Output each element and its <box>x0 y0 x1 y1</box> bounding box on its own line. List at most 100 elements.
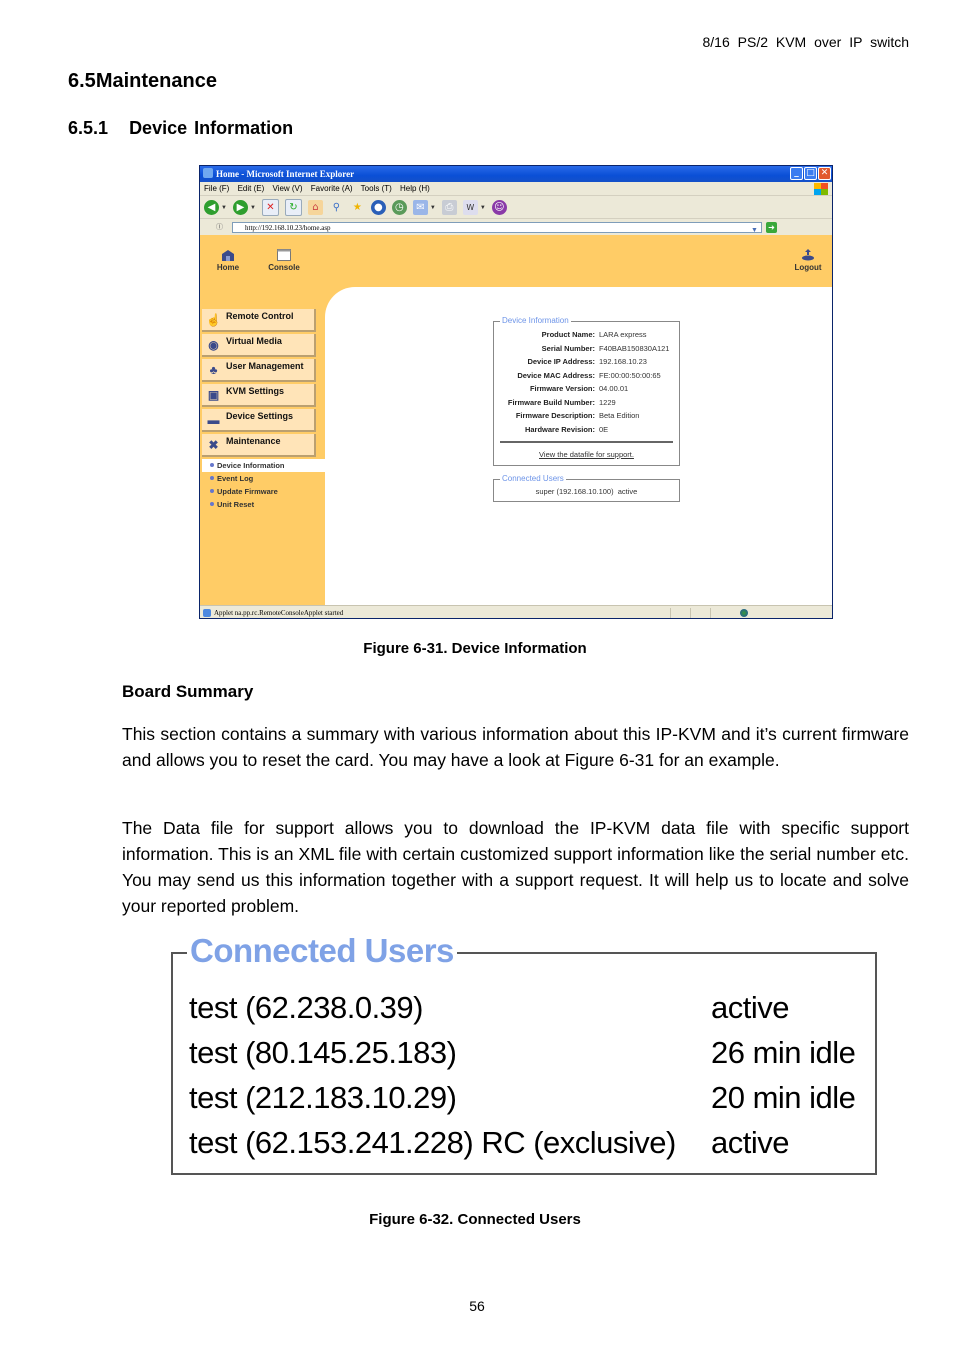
nav-home[interactable]: Home <box>208 249 248 272</box>
nav-console[interactable]: Console <box>264 249 304 272</box>
address-input[interactable]: http://192.168.10.23/home.asp <box>232 222 762 233</box>
user-address: test (80.145.25.183) <box>189 1035 457 1070</box>
mail-icon[interactable]: ✉ <box>412 200 428 215</box>
back-dropdown-icon[interactable]: ▼ <box>221 205 227 211</box>
menu-edit[interactable]: Edit (E) <box>238 184 265 193</box>
nav-logout[interactable]: Logout <box>788 249 828 272</box>
connected-users-legend-small: Connected Users <box>500 474 566 483</box>
refresh-icon[interactable]: ↻ <box>284 199 302 216</box>
submenu-label: Unit Reset <box>217 500 255 509</box>
submenu-update-firmware[interactable]: Update Firmware <box>202 485 316 498</box>
menu-favorite[interactable]: Favorite (A) <box>311 184 353 193</box>
connected-users-panel-small: Connected Users super (192.168.10.100) a… <box>493 474 680 502</box>
users-icon: ♣ <box>209 363 218 377</box>
sidebar-item-device-settings[interactable]: ▬ Device Settings <box>202 409 316 432</box>
page-number: 56 <box>469 1298 485 1314</box>
home-browser-icon[interactable]: ⌂ <box>307 200 323 215</box>
sidebar-item-label: Virtual Media <box>226 336 282 346</box>
browser-status-bar: Applet na.pp.rc.RemoteConsoleApplet star… <box>200 605 832 618</box>
submenu-label: Device Information <box>217 461 285 470</box>
info-row: Device MAC Address: FE:00:00:50:00:65 <box>494 369 679 382</box>
status-separator <box>670 608 671 618</box>
sidebar-item-kvm-settings[interactable]: ▣ KVM Settings <box>202 384 316 407</box>
edit-dropdown-icon[interactable]: ▼ <box>480 205 486 211</box>
home-icon <box>222 250 234 261</box>
sidebar-item-label: Maintenance <box>226 436 281 446</box>
subsection-heading: 6.5.1 Device Information <box>68 118 293 139</box>
mail-dropdown-icon[interactable]: ▼ <box>430 205 436 211</box>
nav-home-label: Home <box>216 263 240 272</box>
submenu-unit-reset[interactable]: Unit Reset <box>202 498 316 511</box>
submenu-label: Event Log <box>217 474 254 483</box>
internet-zone-globe-icon <box>740 609 748 617</box>
view-datafile-link[interactable]: View the datafile for support. <box>494 450 679 459</box>
browser-toolbar: ◀ ▼ ▶ ▼ ✕ ↻ ⌂ ⚲ ★ ● ◷ ✉ ▼ ⎙ W ▼ ☺ <box>200 197 832 219</box>
status-text: Applet na.pp.rc.RemoteConsoleApplet star… <box>214 609 344 617</box>
info-label: Device IP Address: <box>527 357 595 366</box>
remote-control-hand-icon: ☝ <box>206 313 221 327</box>
virtual-media-disc-icon: ◉ <box>208 338 219 352</box>
maximize-button[interactable]: □ <box>804 167 817 180</box>
info-value: LARA express <box>599 330 647 339</box>
info-row: Firmware Build Number: 1229 <box>494 396 679 409</box>
menu-file[interactable]: File (F) <box>204 184 229 193</box>
sidebar-item-label: KVM Settings <box>226 386 285 396</box>
user-status: active <box>711 990 789 1025</box>
connected-users-figure: Connected Users test (62.238.0.39) active… <box>171 933 877 1175</box>
computer-icon: ▣ <box>207 388 220 402</box>
sidebar-item-user-management[interactable]: ♣ User Management <box>202 359 316 382</box>
info-row: Serial Number: F40BAB150830A121 <box>494 342 679 355</box>
figure-6-31-caption: Figure 6-31. Device Information <box>363 640 587 657</box>
figure-6-32-caption: Figure 6-32. Connected Users <box>369 1211 581 1228</box>
sidebar-item-remote-control[interactable]: ☝ Remote Control <box>202 309 316 332</box>
page-status-icon <box>203 609 211 617</box>
info-value: FE:00:00:50:00:65 <box>599 371 661 380</box>
submenu-label: Update Firmware <box>217 487 278 496</box>
edit-word-icon[interactable]: W <box>462 200 478 215</box>
info-row: Hardware Revision: 0E <box>494 423 679 436</box>
info-value: 1229 <box>599 398 616 407</box>
bullet-icon <box>210 463 214 467</box>
submenu-event-log[interactable]: Event Log <box>202 472 316 485</box>
print-icon[interactable]: ⎙ <box>441 200 457 215</box>
media-globe-icon[interactable]: ● <box>370 200 386 215</box>
section-heading: 6.5Maintenance <box>68 70 217 93</box>
go-icon[interactable]: ➜ <box>766 222 777 233</box>
history-icon[interactable]: ◷ <box>391 200 407 215</box>
submenu-device-information[interactable]: Device Information <box>202 459 332 472</box>
forward-icon[interactable]: ▶ <box>232 200 248 215</box>
user-status: active <box>711 1125 789 1160</box>
info-value: 192.168.10.23 <box>599 357 647 366</box>
board-summary-paragraph-2: The Data file for support allows you to … <box>122 818 909 916</box>
user-address: test (62.153.241.228) RC (exclusive) <box>189 1125 676 1160</box>
info-label: Firmware Version: <box>529 384 595 393</box>
device-information-panel: Device Information Product Name: LARA exp… <box>493 316 680 466</box>
info-value: F40BAB150830A121 <box>599 344 670 353</box>
user-address: test (212.183.10.29) <box>189 1080 457 1115</box>
info-label: Firmware Description: <box>515 411 595 420</box>
user-status: 20 min idle <box>711 1080 856 1115</box>
info-row: Firmware Version: 04.00.01 <box>494 382 679 395</box>
menu-tools[interactable]: Tools (T) <box>361 184 392 193</box>
messenger-icon[interactable]: ☺ <box>491 200 507 215</box>
menu-help[interactable]: Help (H) <box>400 184 430 193</box>
info-label: Hardware Revision: <box>524 425 595 434</box>
favorites-star-icon[interactable]: ★ <box>350 200 365 215</box>
board-summary-heading: Board Summary <box>122 682 254 701</box>
sidebar-item-maintenance[interactable]: ✖ Maintenance <box>202 434 316 457</box>
status-separator <box>710 608 711 618</box>
board-summary-paragraph-1: This section contains a summary with var… <box>122 724 909 770</box>
forward-dropdown-icon[interactable]: ▼ <box>250 205 256 211</box>
subsection-title: Device Information <box>129 118 294 138</box>
address-bar: Ⓘ http://192.168.10.23/home.asp ▼ ➜ <box>200 220 832 235</box>
close-button[interactable]: ✕ <box>818 167 831 180</box>
stop-icon[interactable]: ✕ <box>261 199 279 216</box>
info-value: 04.00.01 <box>599 384 629 393</box>
search-icon[interactable]: ⚲ <box>329 200 344 215</box>
bullet-icon <box>210 489 214 493</box>
nav-console-label: Console <box>268 263 300 272</box>
menu-view[interactable]: View (V) <box>272 184 302 193</box>
back-icon[interactable]: ◀ <box>204 200 219 215</box>
minimize-button[interactable]: _ <box>790 167 803 180</box>
sidebar-item-virtual-media[interactable]: ◉ Virtual Media <box>202 334 316 357</box>
